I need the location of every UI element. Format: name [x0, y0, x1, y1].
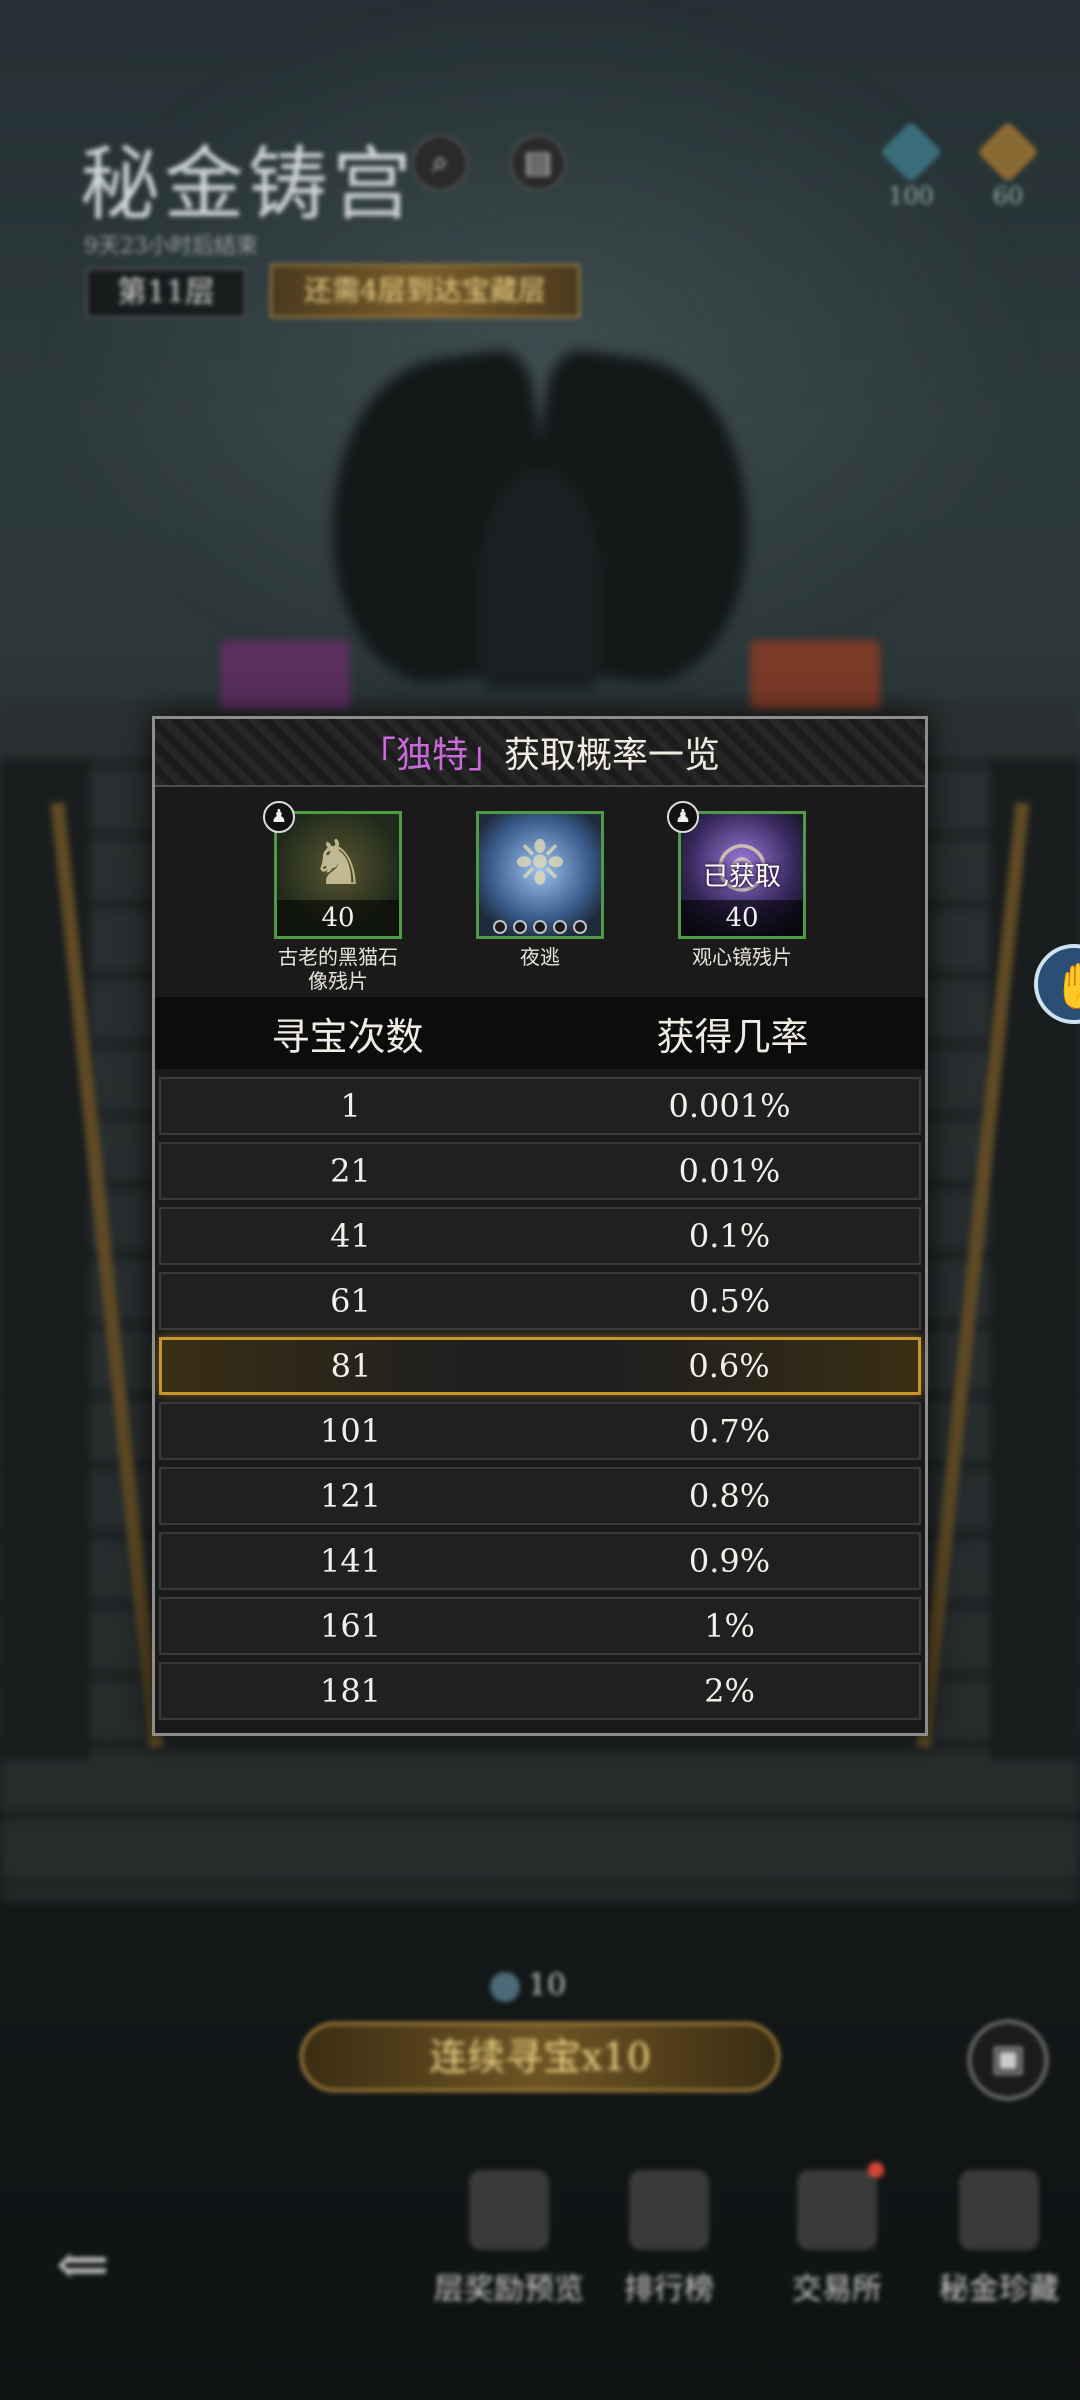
nav-label: 秘金珍藏	[939, 2272, 1059, 2307]
item-name: 观心镜残片	[692, 945, 792, 969]
reward-card: ♞ 40	[274, 811, 402, 939]
chance-cell: 0.7%	[688, 1412, 771, 1450]
search-button[interactable]: ⌕	[412, 135, 468, 191]
right-treasure-chest	[750, 640, 880, 710]
star-rating	[479, 920, 601, 934]
cost-value: 10	[528, 1968, 567, 2003]
attempts-cell: 1	[340, 1087, 361, 1125]
chance-cell: 0.1%	[688, 1217, 771, 1255]
title-bracket-close: 」	[468, 735, 505, 776]
table-row-current: 81 0.6%	[159, 1337, 921, 1395]
title-highlight: 独特	[395, 735, 468, 776]
table-row: 61 0.5%	[159, 1272, 921, 1330]
title-rest: 获取概率一览	[504, 735, 721, 776]
chance-cell: 2%	[704, 1672, 755, 1710]
table-row: 121 0.8%	[159, 1467, 921, 1525]
chance-cell: 0.5%	[688, 1282, 771, 1320]
book-button[interactable]: ▤	[510, 135, 566, 191]
item-name: 夜逃	[520, 945, 560, 969]
item-quantity: 40	[681, 900, 803, 936]
puzzle-piece-icon: ♟	[667, 801, 699, 833]
floor-tip-banner: 还需4层到达宝藏层	[270, 264, 580, 318]
auto-button[interactable]: ▣	[968, 2020, 1048, 2100]
nav-leaderboard[interactable]: 排行榜	[584, 2170, 754, 2308]
attempts-cell: 21	[330, 1152, 371, 1190]
attempts-cell: 181	[319, 1672, 382, 1710]
resource-gold-count: 60	[992, 182, 1024, 210]
nav-label: 层奖励预览	[434, 2272, 584, 2307]
nav-exchange[interactable]: 交易所	[752, 2162, 922, 2308]
reward-item-cat-statue[interactable]: ♟ ♞ 40 古老的黑猫石像残片	[263, 801, 405, 997]
reward-items: ♟ ♞ 40 古老的黑猫石像残片 ❉ 夜逃 ♟ ◎ 已获取 40 观心镜残片	[155, 787, 925, 997]
trophy-icon	[629, 2170, 709, 2250]
nav-floor-rewards[interactable]: 层奖励预览	[424, 2170, 594, 2308]
table-row: 141 0.9%	[159, 1532, 921, 1590]
fan-icon: ✋	[1052, 961, 1080, 1012]
table-header: 寻宝次数 获得几率	[155, 997, 925, 1069]
cost-display: 10	[490, 1968, 566, 2003]
item-name: 古老的黑猫石像残片	[278, 945, 398, 993]
chest-preview-icon	[469, 2170, 549, 2250]
attempts-cell: 141	[319, 1542, 382, 1580]
table-row: 1 0.001%	[159, 1077, 921, 1135]
modal-title: 「独特」获取概率一览	[155, 719, 925, 787]
attempts-cell: 121	[319, 1477, 382, 1515]
event-countdown: 9天23小时后结束	[84, 234, 258, 259]
left-pillar	[0, 760, 90, 1760]
reward-card: ❉	[476, 811, 604, 939]
continuous-search-button[interactable]: 连续寻宝x10	[300, 2022, 780, 2092]
chance-cell: 1%	[704, 1607, 755, 1645]
reward-card: ◎ 已获取 40	[678, 811, 806, 939]
attempts-cell: 101	[319, 1412, 382, 1450]
resource-crystal[interactable]: 100	[876, 120, 946, 210]
resource-gold[interactable]: 60	[973, 120, 1043, 210]
chance-cell: 0.001%	[668, 1087, 791, 1125]
probability-table: 1 0.001% 21 0.01% 41 0.1% 61 0.5% 81 0.6% 101…	[155, 1069, 925, 1720]
gold-ore-icon	[976, 120, 1040, 184]
item-quantity: 40	[277, 900, 399, 936]
reward-item-mirror[interactable]: ♟ ◎ 已获取 40 观心镜残片	[667, 801, 809, 997]
attempts-cell: 161	[319, 1607, 382, 1645]
cat-statue-icon: ♞	[310, 826, 366, 899]
nav-treasure[interactable]: 秘金珍藏	[914, 2170, 1080, 2308]
back-arrow-icon: ⇐	[56, 2228, 110, 2302]
notification-dot	[868, 2162, 884, 2178]
statue-body	[480, 470, 600, 690]
key-icon	[490, 1972, 520, 2002]
robot-icon: ▣	[990, 2038, 1025, 2079]
resource-crystal-count: 100	[888, 182, 934, 210]
exchange-icon	[797, 2170, 877, 2250]
crystal-icon	[879, 120, 943, 184]
winged-statue	[308, 346, 772, 694]
table-row: 101 0.7%	[159, 1402, 921, 1460]
attempts-cell: 61	[330, 1282, 371, 1320]
title-bracket-open: 「	[359, 735, 396, 776]
magnifier-icon: ⌕	[431, 145, 449, 180]
attempts-cell: 41	[330, 1217, 371, 1255]
table-row: 181 2%	[159, 1662, 921, 1720]
puzzle-piece-icon: ♟	[263, 801, 295, 833]
floor-indicator: 第11层	[86, 268, 246, 318]
nav-label: 排行榜	[624, 2272, 714, 2307]
owned-status: 已获取	[702, 862, 781, 892]
chance-cell: 0.01%	[678, 1152, 781, 1190]
attempts-cell: 81	[330, 1347, 372, 1385]
night-escape-icon: ❉	[514, 826, 566, 899]
chance-cell: 0.9%	[688, 1542, 771, 1580]
table-row: 41 0.1%	[159, 1207, 921, 1265]
column-header-chance: 获得几率	[656, 1014, 809, 1059]
book-icon: ▤	[523, 145, 553, 180]
page-title: 秘金铸宫	[80, 138, 416, 231]
reward-item-night-escape[interactable]: ❉ 夜逃	[473, 811, 607, 997]
table-row: 21 0.01%	[159, 1142, 921, 1200]
column-header-attempts: 寻宝次数	[271, 1014, 424, 1059]
chance-cell: 0.6%	[688, 1347, 770, 1385]
treasure-icon	[959, 2170, 1039, 2250]
table-row: 161 1%	[159, 1597, 921, 1655]
probability-modal[interactable]: 「独特」获取概率一览 ♟ ♞ 40 古老的黑猫石像残片 ❉ 夜逃 ♟ ◎ 已获取…	[152, 716, 928, 1736]
back-button[interactable]: ⇐	[56, 2228, 110, 2302]
chance-cell: 0.8%	[688, 1477, 771, 1515]
nav-label: 交易所	[792, 2272, 882, 2307]
